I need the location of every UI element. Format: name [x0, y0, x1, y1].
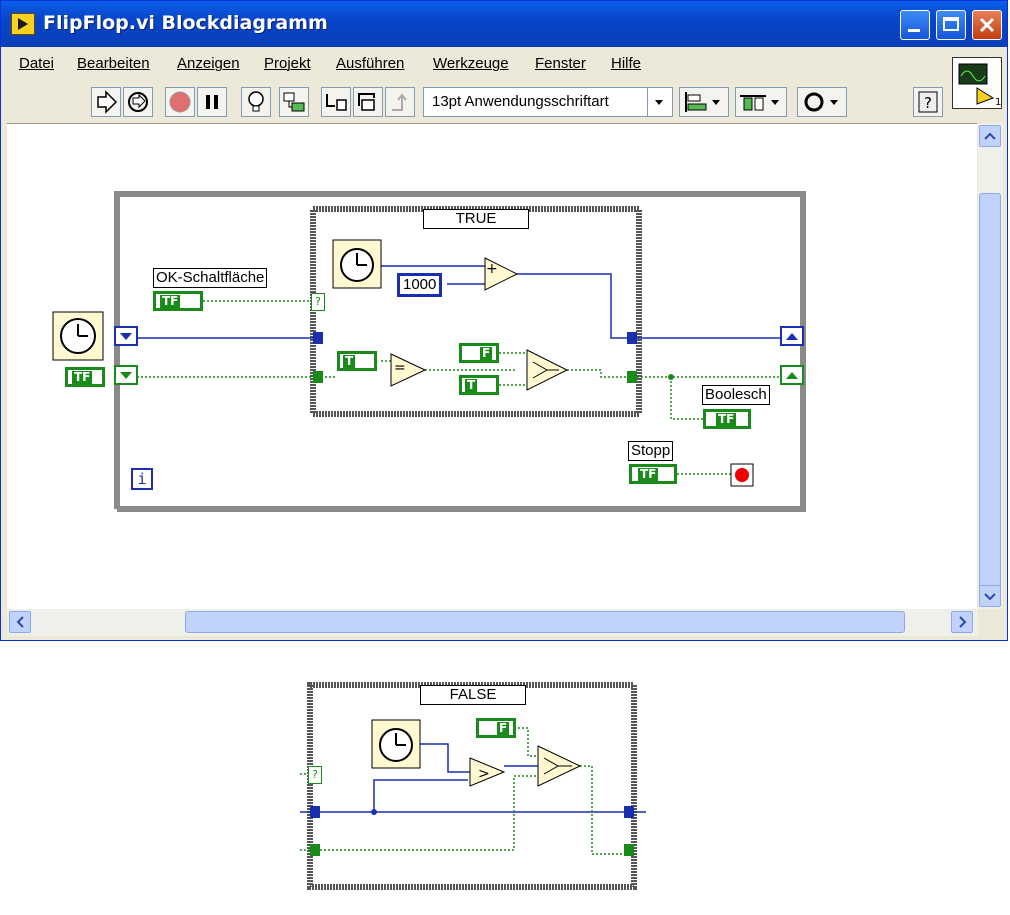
distribute-objects-icon	[740, 95, 779, 111]
distribute-objects-dropdown[interactable]	[735, 87, 787, 117]
menu-anzeigen[interactable]: Anzeigen	[177, 55, 240, 72]
menu-ausfuehren[interactable]: Ausführen	[336, 55, 404, 72]
false-constant-1-text: F	[480, 346, 493, 360]
minimize-button[interactable]	[900, 10, 930, 40]
true-constant-1[interactable]: T	[337, 351, 377, 371]
case-selector-terminal[interactable]: ?	[311, 293, 325, 311]
context-help-icon: ?	[918, 91, 938, 113]
false-case-false-constant[interactable]: F	[476, 718, 516, 738]
step-into-button[interactable]	[321, 87, 351, 117]
labview-window: FlipFlop.vi Blockdiagramm Datei Bearbeit…	[0, 0, 1008, 641]
menu-bar: Datei Bearbeiten Anzeigen Projekt Ausfüh…	[7, 51, 947, 77]
boolesch-indicator-label: Boolesch	[702, 385, 770, 405]
retain-wire-values-button[interactable]	[279, 87, 309, 117]
add-node-label: +	[486, 261, 498, 277]
false-case-selector-terminal[interactable]: ?	[308, 766, 322, 784]
run-arrow-icon	[97, 90, 118, 114]
run-continuously-button[interactable]	[123, 87, 153, 117]
false-case-false-constant-text: F	[497, 721, 510, 735]
horizontal-scroll-thumb[interactable]	[185, 611, 905, 633]
scroll-down-button[interactable]	[979, 585, 1001, 607]
font-dropdown[interactable]: 13pt Anwendungsschriftart	[423, 87, 673, 117]
menu-fenster[interactable]: Fenster	[535, 55, 586, 72]
close-icon	[979, 17, 995, 33]
false-case-diagram: > FALSE ? F	[298, 682, 648, 892]
abort-icon	[169, 91, 191, 113]
abort-button[interactable]	[165, 87, 195, 117]
tf-constant-left[interactable]: TF	[65, 367, 105, 387]
pause-icon	[206, 95, 218, 109]
block-diagram-canvas[interactable]: OK-Schaltfläche TRUE 1000 Boolesch Stopp…	[7, 123, 977, 610]
false-case-structure[interactable]: >	[298, 682, 648, 892]
stop-control-label: Stopp	[628, 441, 674, 461]
ok-button-terminal[interactable]: TF	[153, 291, 203, 311]
menu-werkzeuge[interactable]: Werkzeuge	[433, 55, 509, 72]
reorder-dropdown[interactable]	[797, 87, 847, 117]
stop-control-terminal[interactable]: TF	[629, 464, 677, 484]
chevron-down-icon	[647, 88, 672, 116]
case-selector-true[interactable]: TRUE	[423, 209, 529, 229]
vertical-scrollbar[interactable]	[978, 123, 1003, 609]
tf-constant-left-text: TF	[72, 370, 93, 384]
retain-wire-values-icon	[283, 92, 305, 112]
scroll-right-button[interactable]	[951, 611, 973, 633]
case-selector-false[interactable]: FALSE	[420, 685, 526, 705]
svg-text:?: ?	[924, 94, 932, 112]
step-out-icon	[392, 93, 407, 111]
boolesch-indicator-terminal[interactable]: TF	[703, 409, 751, 429]
true-constant-2[interactable]: T	[459, 375, 499, 395]
stop-control-text: TF	[638, 467, 659, 481]
step-out-button[interactable]	[385, 87, 415, 117]
vi-icon-number: 1	[995, 97, 1001, 108]
ok-button-terminal-text: TF	[160, 294, 181, 308]
boolesch-indicator-text: TF	[716, 412, 737, 426]
true-constant-1-text: T	[343, 354, 356, 368]
menu-hilfe[interactable]: Hilfe	[611, 55, 641, 72]
labview-app-icon	[11, 13, 35, 35]
run-button[interactable]	[91, 87, 121, 117]
menu-datei[interactable]: Datei	[19, 55, 54, 72]
vi-oscilloscope-icon: 1	[958, 63, 1001, 108]
false-constant-1[interactable]: F	[459, 343, 499, 363]
maximize-button[interactable]	[936, 10, 966, 40]
highlight-execution-button[interactable]	[241, 87, 271, 117]
while-loop-structure[interactable]	[7, 124, 977, 610]
chevron-right-icon	[959, 616, 967, 628]
iteration-terminal[interactable]: i	[131, 468, 153, 490]
toolbar: 13pt Anwendungsschriftart ?	[7, 83, 947, 119]
scroll-left-button[interactable]	[9, 611, 31, 633]
equal-node-label: =	[394, 360, 406, 376]
run-continuously-icon	[128, 92, 148, 112]
horizontal-scrollbar[interactable]	[7, 609, 978, 636]
font-dropdown-value: 13pt Anwendungsschriftart	[432, 93, 609, 110]
reorder-icon	[804, 92, 838, 112]
maximize-icon	[943, 17, 959, 31]
case-selector-value: TRUE	[455, 210, 497, 227]
lightbulb-icon	[248, 91, 264, 112]
close-button[interactable]	[972, 10, 1002, 40]
numeric-constant-1000[interactable]: 1000	[397, 273, 443, 297]
chevron-up-icon	[984, 132, 996, 140]
minimize-icon	[908, 29, 920, 32]
align-objects-icon	[685, 92, 720, 112]
greater-node-label: >	[478, 766, 490, 782]
vi-connector-icon[interactable]: 1	[952, 57, 1002, 109]
step-over-icon	[358, 93, 375, 111]
true-constant-2-text: T	[465, 378, 478, 392]
window-title: FlipFlop.vi Blockdiagramm	[43, 12, 328, 34]
chevron-left-icon	[16, 616, 24, 628]
scroll-up-button[interactable]	[979, 125, 1001, 147]
menu-bearbeiten[interactable]: Bearbeiten	[77, 55, 150, 72]
vertical-scroll-thumb[interactable]	[979, 193, 1001, 591]
align-objects-dropdown[interactable]	[679, 87, 729, 117]
step-into-icon	[326, 94, 347, 111]
context-help-button[interactable]: ?	[913, 87, 943, 117]
menu-projekt[interactable]: Projekt	[264, 55, 311, 72]
title-bar[interactable]: FlipFlop.vi Blockdiagramm	[1, 1, 1007, 47]
chevron-down-icon	[984, 593, 996, 601]
pause-button[interactable]	[197, 87, 227, 117]
case-selector-false-value: FALSE	[449, 686, 497, 703]
step-over-button[interactable]	[353, 87, 383, 117]
ok-button-label: OK-Schaltfläche	[153, 268, 268, 288]
